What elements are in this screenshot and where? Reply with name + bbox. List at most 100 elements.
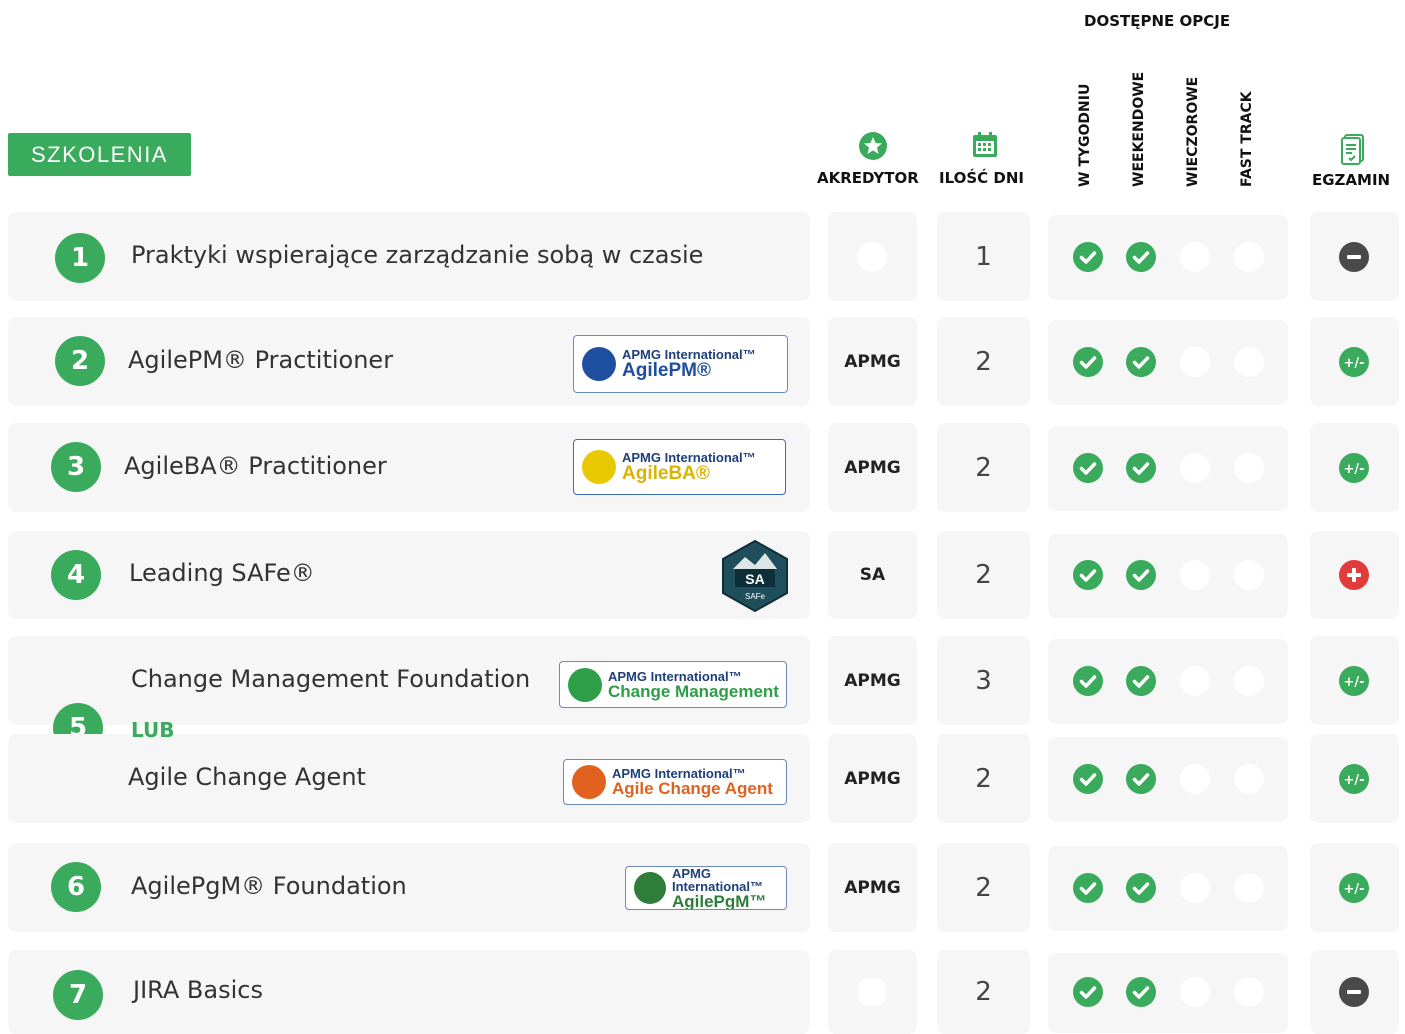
option-available-icon	[1126, 346, 1156, 377]
col-weekend: WEEKENDOWE	[1131, 71, 1147, 187]
exam-included-icon	[1339, 560, 1369, 590]
option-available-icon	[1073, 977, 1103, 1007]
days-value: 2	[975, 346, 992, 377]
empty-accreditor-dot	[857, 977, 887, 1007]
col-weekday: W TYGODNIU	[1077, 83, 1093, 187]
logo-text: APMG International™ Change Management	[608, 670, 779, 700]
calendar-icon	[971, 131, 999, 163]
course-title[interactable]: AgileBA® Practitioner	[124, 452, 387, 480]
option-unavailable-dot	[1234, 763, 1264, 794]
option-available-icon	[1073, 665, 1103, 696]
course-number-badge: 1	[55, 233, 105, 283]
accreditor-name: APMG	[844, 877, 901, 898]
col-days: ILOŚĆ DNI	[939, 169, 1024, 187]
course-title[interactable]: JIRA Basics	[133, 976, 263, 1004]
option-available-icon	[1073, 560, 1103, 590]
option-available-icon	[1073, 452, 1103, 483]
col-accreditor: AKREDYTOR	[817, 169, 919, 187]
option-available-icon	[1073, 346, 1103, 377]
accreditor-name: APMG	[844, 670, 901, 691]
option-available-icon	[1126, 560, 1156, 590]
course-title[interactable]: Change Management Foundation	[131, 665, 530, 693]
svg-text:+/-: +/-	[1343, 675, 1364, 690]
course-row-card	[8, 950, 810, 1034]
accreditor-name: APMG	[844, 457, 901, 478]
option-available-icon	[1073, 872, 1103, 903]
certification-logo: APMG International™ Agile Change Agent	[563, 759, 787, 805]
accreditor-name: APMG	[844, 351, 901, 372]
course-title[interactable]: AgilePM® Practitioner	[128, 346, 393, 374]
exam-optional-icon: +/-	[1339, 452, 1369, 483]
svg-text:+/-: +/-	[1343, 356, 1364, 371]
logo-text: APMG International™ AgilePgM™	[672, 866, 786, 910]
certification-logo: APMG International™ Change Management	[559, 661, 787, 708]
svg-text:SAFe: SAFe	[745, 592, 766, 601]
logo-text: APMG International™ AgileBA®	[622, 451, 756, 483]
exam-optional-icon: +/-	[1339, 665, 1369, 696]
exam-optional-icon: +/-	[1339, 872, 1369, 903]
option-available-icon	[1126, 241, 1156, 272]
option-unavailable-dot	[1180, 241, 1210, 272]
logo-line-1: APMG International™	[672, 866, 764, 894]
logo-line-2: AgilePgM™	[672, 891, 767, 910]
col-evening: WIECZOROWE	[1185, 76, 1201, 187]
option-unavailable-dot	[1180, 665, 1210, 696]
logo-line-2: AgileBA®	[622, 463, 710, 484]
option-unavailable-dot	[1234, 241, 1264, 272]
col-fasttrack: FAST TRACK	[1239, 91, 1255, 187]
option-available-icon	[1126, 763, 1156, 794]
svg-text:SA: SA	[745, 571, 764, 587]
accreditor-name: SA	[859, 565, 886, 585]
option-unavailable-dot	[1180, 452, 1210, 483]
option-unavailable-dot	[1180, 346, 1210, 377]
option-available-icon	[1073, 241, 1103, 272]
svg-text:+/-: +/-	[1343, 773, 1364, 788]
option-unavailable-dot	[1234, 665, 1264, 696]
course-title[interactable]: Leading SAFe®	[129, 559, 315, 587]
option-unavailable-dot	[1234, 977, 1264, 1007]
course-number-badge: 6	[51, 862, 101, 912]
exam-optional-icon: +/-	[1339, 763, 1369, 794]
course-number-badge: 3	[51, 442, 101, 492]
course-title[interactable]: Praktyki wspierające zarządzanie sobą w …	[131, 241, 703, 269]
course-number-badge: 2	[55, 336, 105, 386]
option-unavailable-dot	[1180, 872, 1210, 903]
certification-logo: APMG International™ AgilePgM™	[625, 866, 787, 910]
option-unavailable-dot	[1234, 560, 1264, 590]
logo-swirl-icon	[634, 872, 666, 904]
option-available-icon	[1126, 665, 1156, 696]
section-label: SZKOLENIA	[8, 133, 191, 176]
days-value: 2	[975, 977, 992, 1007]
course-title[interactable]: Agile Change Agent	[128, 763, 366, 791]
option-unavailable-dot	[1234, 872, 1264, 903]
logo-text: APMG International™ Agile Change Agent	[612, 767, 773, 797]
days-value: 3	[975, 665, 992, 696]
logo-swirl-icon	[582, 450, 616, 484]
col-exam: EGZAMIN	[1312, 171, 1391, 189]
days-value: 2	[975, 560, 992, 590]
course-number-badge: 4	[51, 550, 101, 600]
exam-none-icon	[1339, 977, 1369, 1007]
logo-line-1: APMG International™	[608, 668, 742, 684]
or-separator: LUB	[131, 718, 175, 742]
logo-line-2: Change Management	[608, 681, 779, 701]
logo-swirl-icon	[582, 347, 616, 381]
logo-line-2: AgilePM®	[622, 360, 711, 381]
option-unavailable-dot	[1180, 560, 1210, 590]
course-title[interactable]: AgilePgM® Foundation	[131, 872, 407, 900]
safe-logo: SA SAFe	[721, 539, 789, 613]
svg-text:+/-: +/-	[1343, 462, 1364, 477]
svg-text:+/-: +/-	[1343, 882, 1364, 897]
empty-accreditor-dot	[857, 241, 887, 272]
days-value: 1	[975, 241, 992, 272]
option-unavailable-dot	[1180, 977, 1210, 1007]
certification-logo: APMG International™ AgileBA®	[573, 439, 786, 495]
logo-swirl-icon	[568, 667, 602, 702]
option-unavailable-dot	[1180, 763, 1210, 794]
course-number-badge: 7	[53, 970, 103, 1020]
certification-logo: APMG International™ AgilePM®	[573, 335, 788, 393]
logo-text: APMG International™ AgilePM®	[622, 348, 756, 380]
option-available-icon	[1126, 872, 1156, 903]
star-badge-icon	[858, 131, 888, 165]
logo-swirl-icon	[572, 765, 606, 799]
